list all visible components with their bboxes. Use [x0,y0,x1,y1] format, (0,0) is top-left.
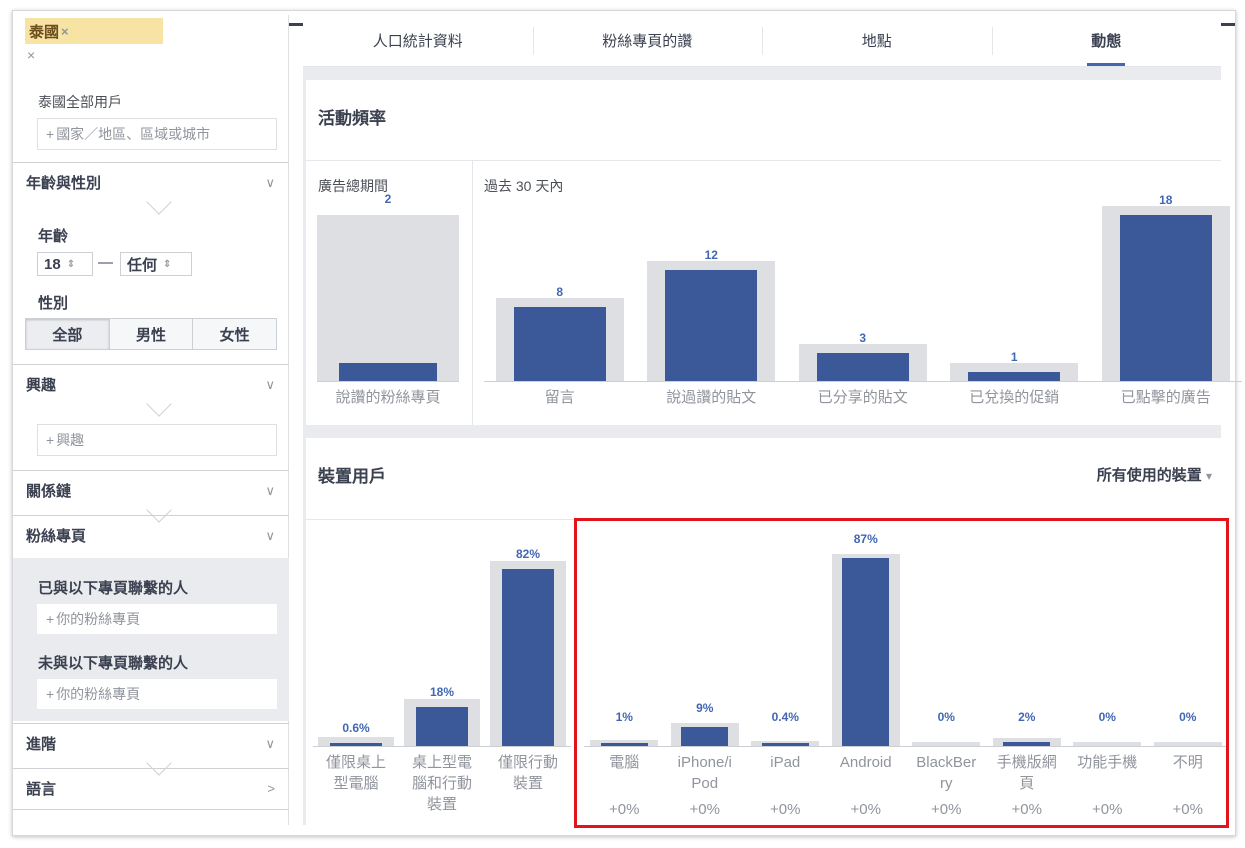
card-divider [306,160,1221,161]
age-min-select[interactable]: 18 ⇕ [37,252,93,276]
activity-title: 活動頻率 [318,109,386,128]
plus-icon: + [46,686,55,702]
plus-icon: + [46,611,55,627]
bar [968,371,1061,381]
connected-label: 已與以下專頁聯繫的人 [38,580,189,597]
chevron-down-icon: ∨ [265,482,275,498]
bar [416,707,468,746]
not-connected-placeholder: 你的粉絲專頁 [56,686,141,702]
chart-baseline [313,746,571,747]
connected-pages-input[interactable]: + 你的粉絲專頁 [37,604,277,634]
location-description: 泰國全部用戶 [38,94,122,110]
bar [665,270,758,381]
data-label: 3 [859,331,867,346]
column-divider [472,161,473,425]
gender-option-male[interactable]: 男性 [108,319,193,349]
section-language-label: 語言 [26,781,57,798]
gender-segmented-control: 全部 男性 女性 [25,318,277,350]
updown-icon: ⇕ [163,258,172,270]
category-label: 說讚的粉絲專頁 [335,389,441,406]
category-label: 留言 [544,389,575,406]
data-label: 18% [429,685,455,700]
chevron-down-icon: ∨ [265,376,275,392]
connected-placeholder: 你的粉絲專頁 [56,611,141,627]
data-label: 0.6% [342,721,370,735]
bar [502,568,554,746]
gender-option-female[interactable]: 女性 [192,319,277,349]
section-language[interactable]: 語言 > [13,768,289,808]
location-tag[interactable]: 泰國 × [25,18,163,44]
tab-demographics[interactable]: 人口統計資料 [303,15,533,66]
category-label: 僅限行動 裝置 [497,754,558,792]
category-label: 已點擊的廣告 [1120,389,1211,406]
updown-icon: ⇕ [66,258,76,270]
tab-location[interactable]: 地點 [762,15,992,66]
plus-icon: + [46,432,55,448]
last-30-days-header: 過去 30 天內 [484,178,564,194]
category-label: 已兌換的促銷 [969,389,1060,406]
section-fan-pages[interactable]: 粉絲專頁 ∨ [13,515,289,555]
category-label: 桌上型電 腦和行動 裝置 [411,754,472,813]
caret-down-icon: ▾ [1205,469,1212,483]
age-max-value: 任何 [127,256,158,274]
data-label: 82% [515,546,541,561]
location-input[interactable]: + 國家／地區、區域或城市 [37,118,277,150]
gender-option-all[interactable]: 全部 [26,319,109,349]
close-icon[interactable]: × [27,47,35,63]
chart-baseline [317,381,459,382]
chevron-right-icon: > [267,781,275,796]
plus-icon: + [46,126,55,142]
interest-input[interactable]: + 興趣 [37,424,277,456]
data-label: 8 [556,285,564,300]
chevron-down-icon: ∨ [265,735,275,751]
highlight-box [574,518,1229,828]
chart-baseline [484,381,1242,382]
not-connected-pages-input[interactable]: + 你的粉絲專頁 [37,679,277,709]
interest-placeholder: 興趣 [56,432,85,448]
tab-activity[interactable]: 動態 [991,15,1222,66]
device-filter-label: 所有使用的裝置 [1096,467,1202,484]
age-max-select[interactable]: 任何 ⇕ [120,252,192,276]
data-label: 12 [704,248,718,263]
tab-bar: 人口統計資料 粉絲專頁的讚 地點 動態 [303,15,1221,67]
remove-tag-icon[interactable]: × [61,24,69,39]
location-tag-label: 泰國 [29,23,60,41]
category-label: 僅限桌上 型電腦 [325,754,386,792]
data-label: 1 [1010,349,1018,364]
section-advanced-label: 進階 [26,736,57,753]
data-label: 18 [1159,193,1173,207]
section-interests-label: 興趣 [26,377,57,394]
chevron-down-icon: ∨ [265,527,275,543]
bar [816,353,909,381]
category-label: 說過讚的貼文 [666,389,757,406]
age-label: 年齡 [38,228,69,245]
age-separator: — [98,254,113,271]
bar [339,362,437,381]
location-placeholder: 國家／地區、區域或城市 [56,126,211,142]
tab-page-likes[interactable]: 粉絲專頁的讚 [532,15,763,66]
section-fan-pages-label: 粉絲專頁 [26,528,87,545]
section-relationship-label: 關係鏈 [26,483,72,500]
category-label: 已分享的貼文 [817,389,908,406]
section-age-gender-label: 年齡與性別 [26,175,102,192]
sidebar-divider [13,809,289,810]
not-connected-label: 未與以下專頁聯繫的人 [38,655,189,672]
devices-title: 裝置用戶 [318,467,386,486]
bar-background [317,215,459,381]
bar [513,307,606,381]
bar [330,743,382,746]
device-filter-dropdown[interactable]: 所有使用的裝置 ▾ [1097,464,1212,485]
bar [1119,215,1212,381]
age-min-value: 18 [44,255,61,273]
gender-label: 性別 [38,295,69,312]
data-label: 2 [384,192,392,206]
chevron-down-icon: ∨ [265,174,275,190]
